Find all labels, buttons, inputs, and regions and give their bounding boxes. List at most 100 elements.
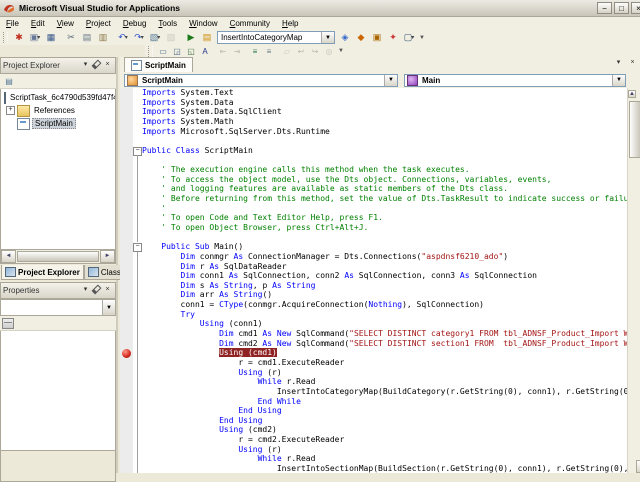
code-line[interactable]: r = cmd1.ExecuteReader [120,358,640,368]
auto-hide-pin-icon[interactable] [91,285,102,296]
document-list-icon[interactable]: ▾ [613,58,624,69]
types-combo[interactable]: ScriptMain ▼ [124,74,398,87]
members-combo[interactable]: Main ▼ [404,74,626,87]
scroll-right-icon[interactable]: ► [100,250,115,263]
code-line[interactable]: Using (r) [120,445,640,455]
indicator-margin[interactable] [120,387,133,397]
close-button[interactable]: × [631,2,640,14]
indicator-margin[interactable] [120,281,133,291]
properties-grid[interactable] [0,331,116,451]
code-line[interactable]: Using (r) [120,368,640,378]
code-line[interactable]: Using (cmd1) [120,348,640,358]
tab-project-explorer[interactable]: Project Explorer [1,265,84,280]
close-icon[interactable]: × [627,58,638,69]
copy-icon[interactable]: ▤ [80,31,95,44]
fold-collapse-icon[interactable] [133,242,142,252]
vertical-scrollbar[interactable]: ▲ ▼ [627,88,640,473]
indicator-margin[interactable] [120,127,133,137]
code-line[interactable]: ' and logging features are available as … [120,184,640,194]
code-line[interactable]: Dim s As String, p As String [120,281,640,291]
redo-icon[interactable]: ↷▾ [132,31,147,44]
code-line[interactable]: Imports System.Data [120,98,640,108]
menu-project[interactable]: Project [80,18,117,29]
code-line[interactable]: Dim cmd2 As New SqlCommand("SELECT DISTI… [120,339,640,349]
code-line[interactable]: End While [120,397,640,407]
scrollbar-thumb[interactable] [17,251,99,262]
chevron-down-icon[interactable]: ▼ [384,75,397,86]
word-completion-icon[interactable]: A [199,46,212,57]
code-line[interactable]: While r.Read [120,454,640,464]
display-member-list-icon[interactable]: ▭ [157,46,170,57]
indicator-margin[interactable] [120,377,133,387]
toolbox-icon[interactable]: ▣ [370,31,385,44]
navigate-icon[interactable]: ▧▾ [148,31,163,44]
save-icon[interactable]: ▦ [44,31,59,44]
menu-help[interactable]: Help [276,18,304,29]
auto-hide-pin-icon[interactable] [91,60,102,71]
indicator-margin[interactable] [120,213,133,223]
code-line[interactable] [120,155,640,165]
menu-view[interactable]: View [51,18,80,29]
chevron-down-icon[interactable]: ▾ [125,34,128,41]
indicator-margin[interactable] [120,319,133,329]
clear-bookmarks-icon[interactable]: ◎ [323,46,336,57]
previous-bookmark-icon[interactable]: ↩ [295,46,308,57]
horizontal-scrollbar[interactable]: ◄ ► [0,250,116,264]
categorized-icon[interactable] [2,318,14,329]
close-icon[interactable]: × [102,285,113,296]
close-icon[interactable]: × [102,60,113,71]
code-line[interactable]: Imports System.Data.SqlClient [120,107,640,117]
code-line[interactable] [120,136,640,146]
code-editor[interactable]: Imports System.TextImports System.DataIm… [120,88,640,473]
add-new-item-icon[interactable]: ▣▾ [28,31,43,44]
code-line[interactable]: ' Before returning from this method, set… [120,194,640,204]
toolbar-overflow[interactable]: ▼ [419,35,425,41]
indicator-margin[interactable] [120,242,133,252]
indicator-margin[interactable] [120,233,133,243]
indicator-margin[interactable] [120,136,133,146]
code-line[interactable]: conn1 = CType(conmgr.AcquireConnection(N… [120,300,640,310]
properties-object-combo[interactable]: ▼ [0,299,116,316]
find-symbol-icon[interactable]: ◈ [338,31,353,44]
code-line[interactable]: Imports System.Math [120,117,640,127]
toolbar-gripper[interactable] [3,32,8,43]
indicator-margin[interactable] [120,165,133,175]
chevron-down-icon[interactable]: ▼ [102,300,115,315]
indicator-margin[interactable] [120,262,133,272]
indicator-margin[interactable] [120,358,133,368]
indicator-margin[interactable] [120,194,133,204]
quick-info-icon[interactable]: ◱ [185,46,198,57]
indicator-margin[interactable] [120,204,133,214]
menu-debug[interactable]: Debug [117,18,153,29]
indicator-margin[interactable] [120,435,133,445]
code-line[interactable]: ' [120,204,640,214]
code-line[interactable]: ' To open Object Browser, press Ctrl+Alt… [120,223,640,233]
indicator-margin[interactable] [120,271,133,281]
indicator-margin[interactable] [120,146,133,156]
next-bookmark-icon[interactable]: ↪ [309,46,322,57]
code-line[interactable]: Dim r As SqlDataReader [120,262,640,272]
scrollbar-thumb[interactable] [629,101,640,158]
document-tab-scriptmain[interactable]: ScriptMain [124,57,193,72]
indicator-margin[interactable] [120,88,133,98]
window-position-icon[interactable]: ▾ [80,285,91,296]
uncomment-selection-icon[interactable]: ≡ [263,46,276,57]
code-line[interactable]: Imports System.Text [120,88,640,98]
chevron-down-icon[interactable]: ▼ [321,32,334,43]
properties-page-icon[interactable]: ▤ [3,76,16,87]
code-line[interactable]: Imports Microsoft.SqlServer.Dts.Runtime [120,127,640,137]
indicator-margin[interactable] [120,107,133,117]
code-line[interactable]: End Using [120,416,640,426]
code-line[interactable]: Public Class ScriptMain [120,146,640,156]
maximize-button[interactable]: □ [614,2,629,14]
code-line[interactable]: ' To access the object model, use the Dt… [120,175,640,185]
chevron-down-icon[interactable]: ▾ [141,34,144,41]
indicator-margin[interactable] [120,300,133,310]
paste-icon[interactable]: ▥ [96,31,111,44]
menu-edit[interactable]: Edit [25,18,51,29]
object-browser-icon[interactable]: ◆ [354,31,369,44]
start-debug-icon[interactable]: ▶ [184,31,199,44]
cut-icon[interactable]: ✂ [64,31,79,44]
menu-community[interactable]: Community [224,18,276,29]
indicator-margin[interactable] [120,425,133,435]
